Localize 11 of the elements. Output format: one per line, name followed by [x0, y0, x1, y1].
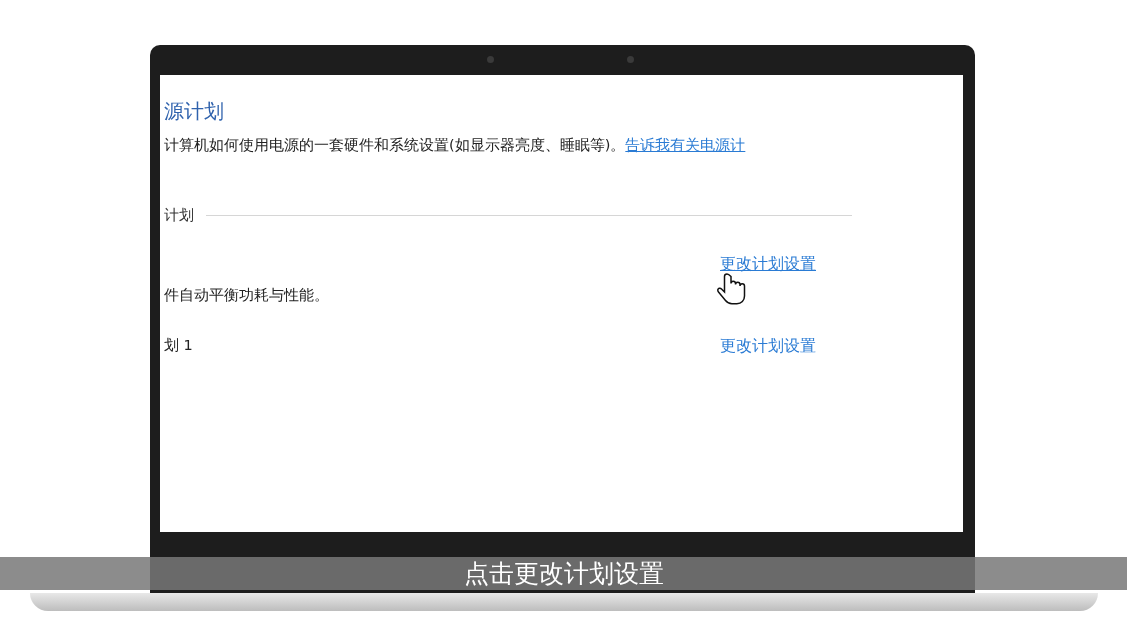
help-link[interactable]: 告诉我有关电源计: [625, 137, 746, 153]
camera-icon: [487, 56, 494, 63]
plan-name: 划 1: [164, 335, 194, 355]
subtitle: 点击更改计划设置: [463, 558, 664, 589]
plan-description: 件自动平衡功耗与性能。: [164, 285, 329, 305]
sensor-icon: [627, 56, 634, 63]
page-title: 源计划: [164, 98, 225, 125]
change-plan-settings-link[interactable]: 更改计划设置: [720, 335, 816, 355]
section-heading: 计划: [164, 206, 194, 225]
page-description: 计算机如何使用电源的一套硬件和系统设置(如显示器亮度、睡眠等)。告诉我有关电源计: [164, 136, 747, 155]
change-plan-settings-link[interactable]: 更改计划设置: [720, 253, 816, 273]
